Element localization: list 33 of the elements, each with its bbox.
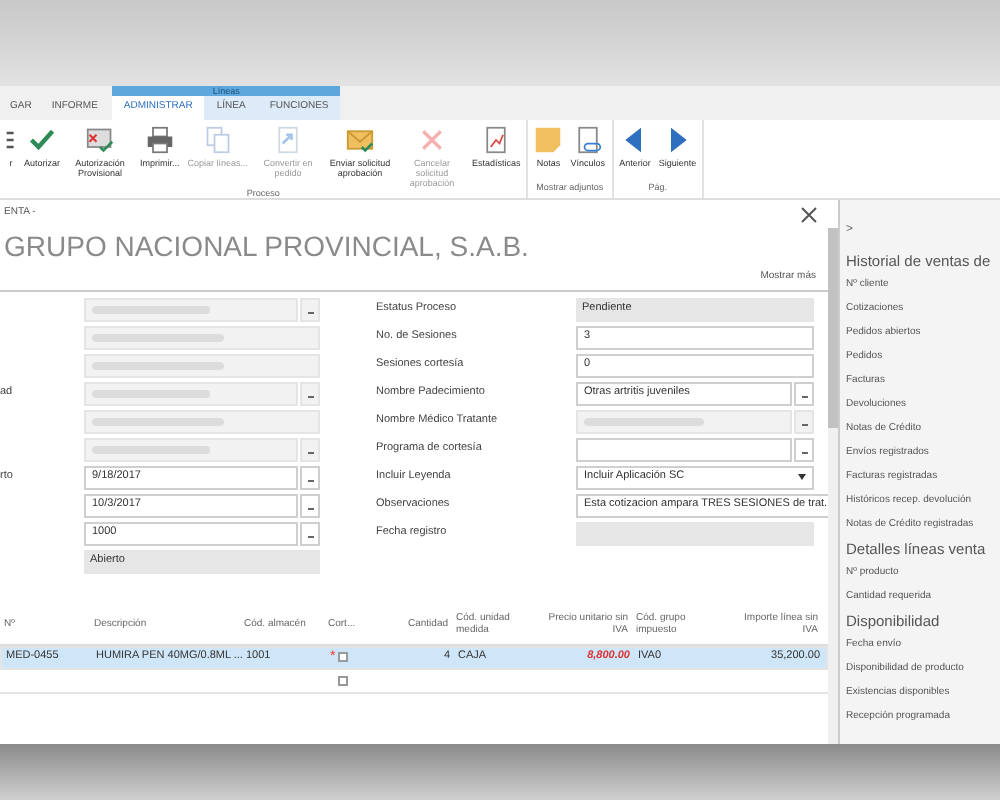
lookup-button[interactable]	[300, 437, 320, 461]
page-title: GRUPO NACIONAL PROVINCIAL, S.A.B.	[2, 228, 531, 264]
lookup-button[interactable]	[794, 437, 814, 461]
lookup-button[interactable]	[794, 409, 814, 433]
input-field[interactable]	[576, 437, 792, 461]
input-field[interactable]	[84, 381, 298, 405]
lookup-button[interactable]	[300, 465, 320, 489]
dropdown-arrow-icon	[798, 474, 806, 480]
input-field[interactable]	[576, 409, 792, 433]
envelope-icon	[346, 126, 375, 154]
printer-icon	[145, 126, 174, 154]
close-icon[interactable]	[800, 205, 818, 223]
list-icon	[6, 126, 16, 154]
lookup-button[interactable]	[300, 381, 320, 405]
chart-document-icon	[482, 126, 511, 154]
document-check-icon	[86, 126, 115, 154]
checkbox[interactable]	[338, 675, 348, 685]
lookup-button[interactable]	[300, 297, 320, 321]
document-link-icon	[573, 126, 602, 154]
input-field[interactable]	[84, 325, 320, 349]
input-field[interactable]	[576, 521, 814, 545]
copy-icon	[203, 126, 232, 154]
input-field[interactable]	[84, 297, 298, 321]
input-field[interactable]	[84, 353, 320, 377]
note-icon	[534, 126, 563, 154]
lookup-button[interactable]	[300, 493, 320, 517]
input-field[interactable]	[84, 437, 298, 461]
cross-icon	[418, 126, 447, 154]
input-field[interactable]	[84, 409, 320, 433]
checkbox[interactable]	[337, 652, 348, 662]
lookup-button[interactable]	[794, 381, 814, 405]
checkmark-icon	[28, 126, 56, 154]
lookup-button[interactable]	[300, 521, 320, 545]
